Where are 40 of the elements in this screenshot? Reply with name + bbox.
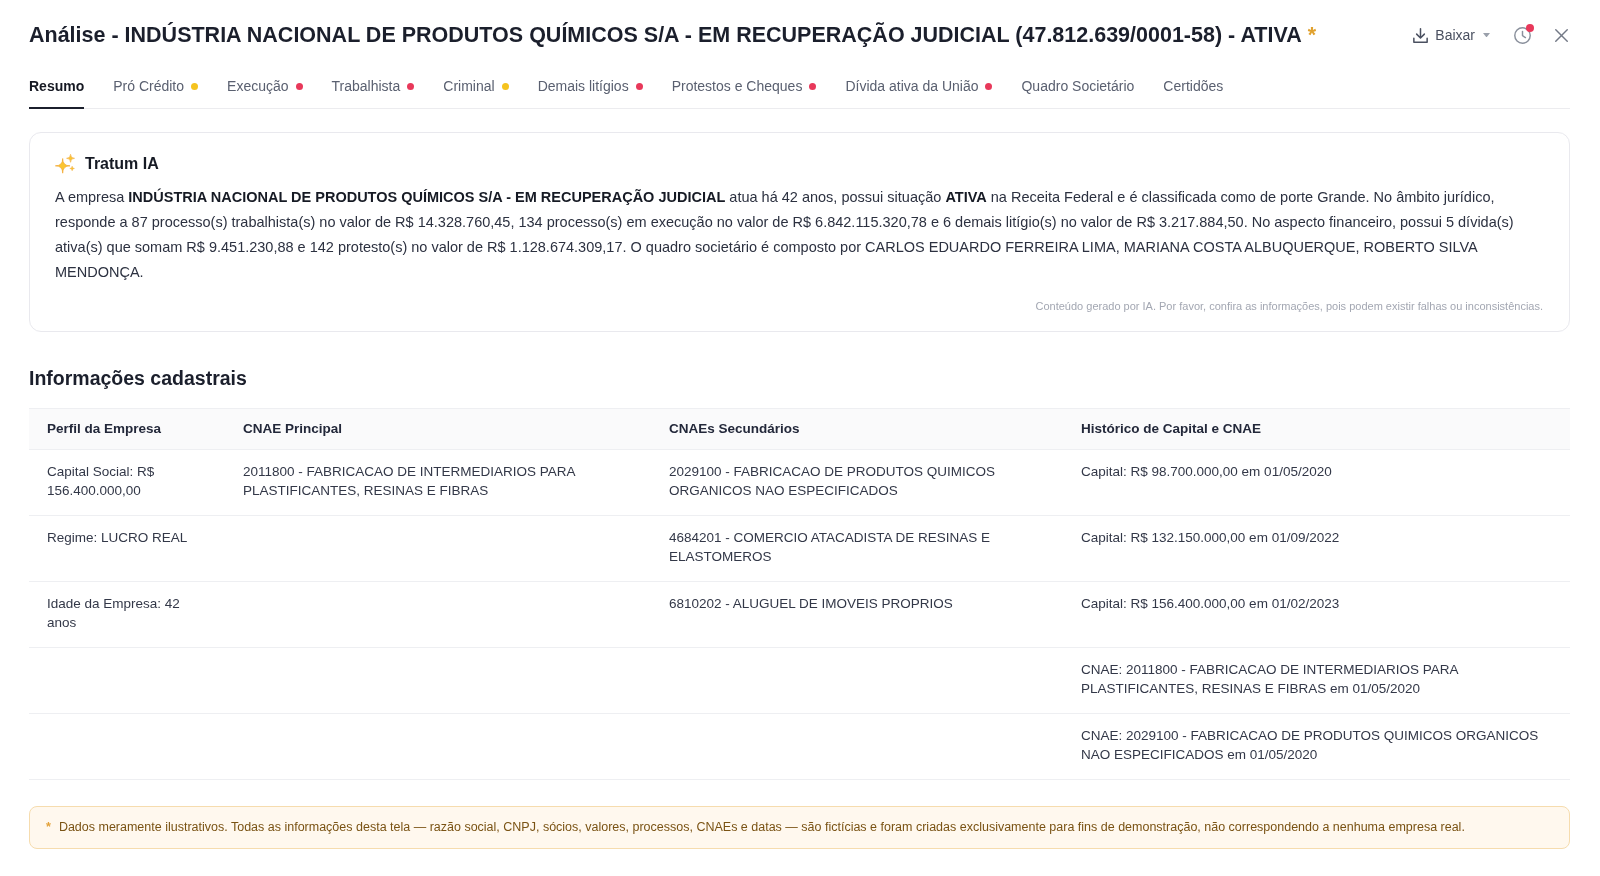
table-cell: Regime: LUCRO REAL [29,515,225,582]
table-cell: Capital: R$ 156.400.000,00 em 01/02/2023 [1063,581,1570,648]
table-cell: 6810202 - ALUGUEL DE IMOVEIS PROPRIOS [651,581,1063,648]
page-title: Análise - INDÚSTRIA NACIONAL DE PRODUTOS QUÍMICOS S/A - EM RECUPERAÇÃO JUDICIAL (47.812.639/0001-58) - ATIVA [29,23,1302,47]
section-title: Informações cadastrais [29,366,248,391]
table-cell: 2029100 - FABRICACAO DE PRODUTOS QUIMICOS ORGANICOS NAO ESPECIFICADOS [651,449,1063,516]
table-cell: 4684201 - COMERCIO ATACADISTA DE RESINAS E ELASTOMEROS [651,515,1063,582]
tab[interactable]: Resumo [29,76,85,109]
table-cell: Capital: R$ 132.150.000,00 em 01/09/2022 [1063,515,1570,582]
table-cell: CNAE: 2029100 - FABRICACAO DE PRODUTOS QUIMICOS ORGANICOS NAO ESPECIFICADOS em 01/05/2020 [1063,713,1570,780]
sparkles-icon [55,154,75,174]
close-icon [1555,28,1568,42]
download-icon [1413,27,1429,43]
column-header: CNAEs Secundários [651,408,1063,450]
notice-text: Dados meramente ilustrativos. Todas as informações desta tela — razão social, CNPJ, sócios, valores, processos, CNAEs e datas — são fictícias e foram criadas exclusivamente para fins de demonstração, não correspondendo a nenhuma empresa real. [58,819,1465,836]
asterisk-mark: * [1307,23,1317,47]
card-title: Tratum IA [85,154,159,174]
tab[interactable]: Certidões [1163,76,1224,109]
tab[interactable]: Demais litígios [537,76,643,109]
tab[interactable]: Trabalhista [331,76,415,109]
summary-paragraph: A empresa INDÚSTRIA NACIONAL DE PRODUTOS QUÍMICOS S/A - EM RECUPERAÇÃO JUDICIAL atua há 42 anos, possui situação ATIVA na Receita Federal e é classificada como de porte Grande. No âmbito jurídico, responde a 87 processo(s) trabalhista(s) no valor de R$ 14.328.760,45, 134 processo(s) em execução no valor de R$ 6.842.115.320,78 e 6 demais litígio(s) no valor de R$ 3.217.884,50. No aspecto financeiro, possui 5 dívida(s) ativa(s) que somam R$ 9.451.230,88 e 142 protesto(s) no valor de R$ 1.128.674.309,17. O quadro societário é composto por CARLOS EDUARDO FERREIRA LIMA, MARIANA COSTA ALBUQUERQUE, ROBERTO SILVA MENDONÇA. [55,187,1515,282]
tab[interactable]: Execução [227,76,303,109]
tab[interactable]: Pró Crédito [113,76,199,109]
column-header: Perfil da Empresa [29,408,225,450]
column-header: CNAE Principal [225,408,651,450]
tab[interactable]: Quadro Societário [1021,76,1135,109]
tab[interactable]: Dívida ativa da União [845,76,993,109]
table-cell: Capital: R$ 98.700.000,00 em 01/05/2020 [1063,449,1570,516]
table-cell: Capital Social: R$ 156.400.000,00 [29,449,225,516]
table-cell: Idade da Empresa: 42 anos [29,581,225,648]
caret-down-icon [1483,32,1490,38]
tab[interactable]: Criminal [443,76,509,109]
clock-icon [1514,26,1531,44]
asterisk-mark: * [46,819,51,836]
download-button[interactable]: Baixar [1407,23,1496,47]
table-cell: CNAE: 2011800 - FABRICACAO DE INTERMEDIARIOS PARA PLASTIFICANTES, RESINAS E FIBRAS em 01/05/2020 [1063,647,1570,714]
table-cell: 2011800 - FABRICACAO DE INTERMEDIARIOS PARA PLASTIFICANTES, RESINAS E FIBRAS [225,449,651,516]
column-header: Histórico de Capital e CNAE [1063,408,1570,450]
disclaimer-text: Conteúdo gerado por IA. Por favor, confira as informações, pois podem existir falhas ou inconsistências. [1034,299,1543,314]
tab[interactable]: Protestos e Cheques [671,76,817,109]
